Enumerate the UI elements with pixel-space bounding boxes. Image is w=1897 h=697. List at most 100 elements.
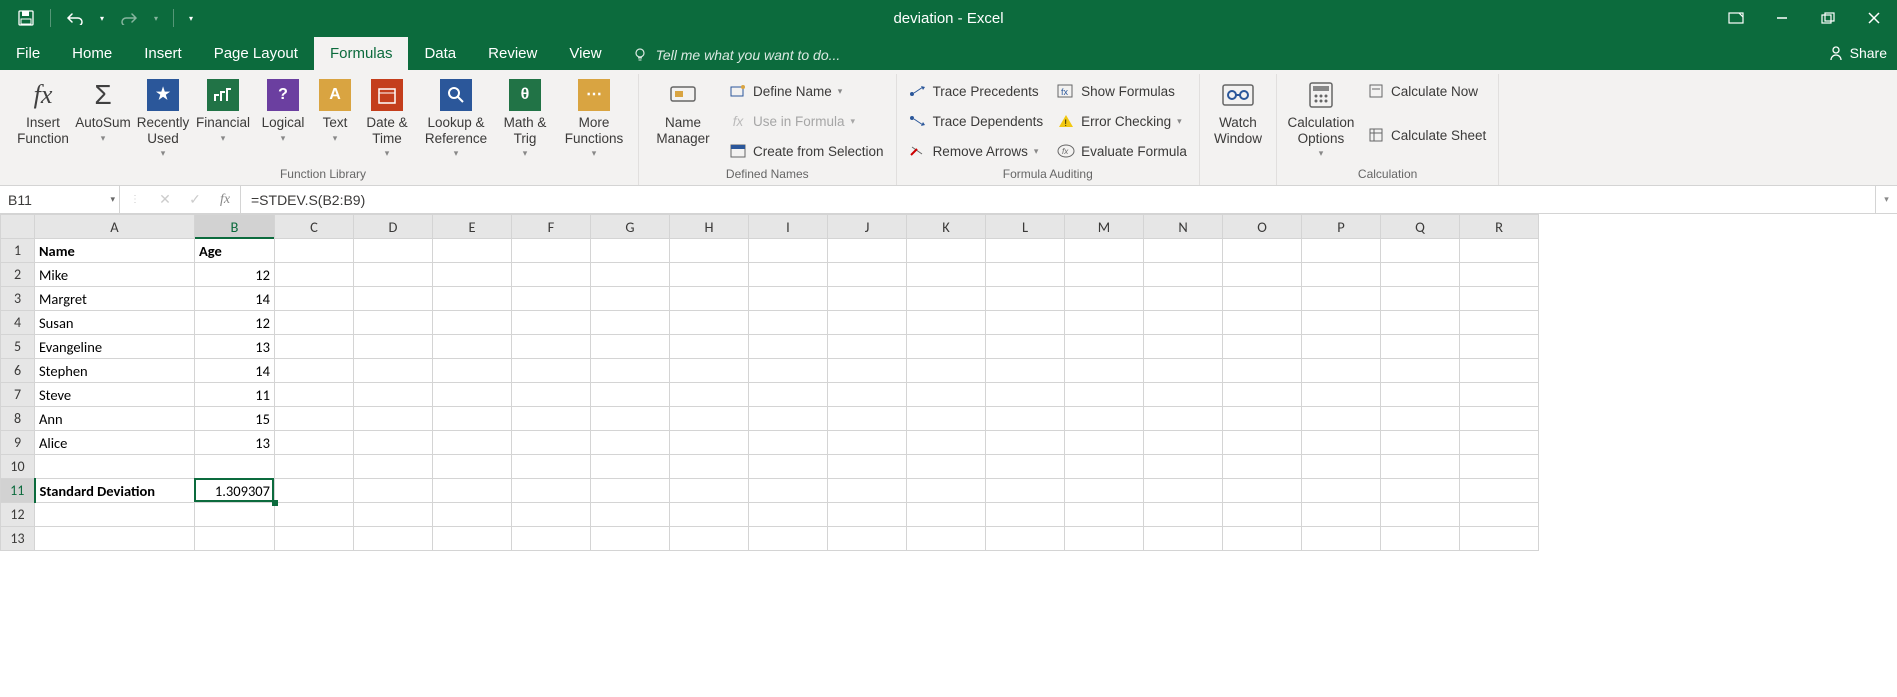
cell-A3[interactable]: Margret bbox=[35, 287, 195, 311]
cell-E9[interactable] bbox=[433, 431, 512, 455]
cell-B11[interactable]: 1.309307 bbox=[195, 479, 275, 503]
cell-K5[interactable] bbox=[907, 335, 986, 359]
cell-M5[interactable] bbox=[1065, 335, 1144, 359]
cell-F1[interactable] bbox=[512, 239, 591, 263]
column-header-H[interactable]: H bbox=[670, 215, 749, 239]
cell-A8[interactable]: Ann bbox=[35, 407, 195, 431]
cell-R5[interactable] bbox=[1460, 335, 1539, 359]
formula-bar-options[interactable]: ⋮ bbox=[120, 186, 150, 214]
column-header-K[interactable]: K bbox=[907, 215, 986, 239]
cell-A4[interactable]: Susan bbox=[35, 311, 195, 335]
cell-D13[interactable] bbox=[354, 527, 433, 551]
autosum-button[interactable]: Σ AutoSum▾ bbox=[74, 74, 132, 164]
row-header-9[interactable]: 9 bbox=[1, 431, 35, 455]
cell-K8[interactable] bbox=[907, 407, 986, 431]
row-header-8[interactable]: 8 bbox=[1, 407, 35, 431]
cell-K3[interactable] bbox=[907, 287, 986, 311]
cell-E4[interactable] bbox=[433, 311, 512, 335]
cell-F9[interactable] bbox=[512, 431, 591, 455]
close-button[interactable] bbox=[1851, 0, 1897, 36]
cell-J13[interactable] bbox=[828, 527, 907, 551]
tab-insert[interactable]: Insert bbox=[128, 37, 198, 70]
cell-E11[interactable] bbox=[433, 479, 512, 503]
cell-C9[interactable] bbox=[275, 431, 354, 455]
cell-Q4[interactable] bbox=[1381, 311, 1460, 335]
cell-P9[interactable] bbox=[1302, 431, 1381, 455]
cell-P1[interactable] bbox=[1302, 239, 1381, 263]
cell-L7[interactable] bbox=[986, 383, 1065, 407]
row-header-7[interactable]: 7 bbox=[1, 383, 35, 407]
cell-R3[interactable] bbox=[1460, 287, 1539, 311]
cell-P7[interactable] bbox=[1302, 383, 1381, 407]
cell-M4[interactable] bbox=[1065, 311, 1144, 335]
cell-P11[interactable] bbox=[1302, 479, 1381, 503]
cell-B8[interactable]: 15 bbox=[195, 407, 275, 431]
cell-I9[interactable] bbox=[749, 431, 828, 455]
cell-N11[interactable] bbox=[1144, 479, 1223, 503]
cell-I11[interactable] bbox=[749, 479, 828, 503]
cell-M7[interactable] bbox=[1065, 383, 1144, 407]
cell-M6[interactable] bbox=[1065, 359, 1144, 383]
row-header-1[interactable]: 1 bbox=[1, 239, 35, 263]
cell-H3[interactable] bbox=[670, 287, 749, 311]
financial-button[interactable]: Financial▾ bbox=[194, 74, 252, 164]
column-header-O[interactable]: O bbox=[1223, 215, 1302, 239]
cell-R11[interactable] bbox=[1460, 479, 1539, 503]
cell-L11[interactable] bbox=[986, 479, 1065, 503]
cell-F7[interactable] bbox=[512, 383, 591, 407]
cell-R12[interactable] bbox=[1460, 503, 1539, 527]
cell-N2[interactable] bbox=[1144, 263, 1223, 287]
select-all-corner[interactable] bbox=[1, 215, 35, 239]
cell-L3[interactable] bbox=[986, 287, 1065, 311]
cell-F6[interactable] bbox=[512, 359, 591, 383]
cell-G10[interactable] bbox=[591, 455, 670, 479]
cell-Q10[interactable] bbox=[1381, 455, 1460, 479]
cell-D2[interactable] bbox=[354, 263, 433, 287]
cell-D3[interactable] bbox=[354, 287, 433, 311]
cell-F12[interactable] bbox=[512, 503, 591, 527]
lookup-reference-button[interactable]: Lookup & Reference▾ bbox=[418, 74, 494, 164]
tab-page-layout[interactable]: Page Layout bbox=[198, 37, 314, 70]
cell-O6[interactable] bbox=[1223, 359, 1302, 383]
cell-R13[interactable] bbox=[1460, 527, 1539, 551]
create-from-selection-button[interactable]: Create from Selection bbox=[723, 138, 890, 164]
cell-P13[interactable] bbox=[1302, 527, 1381, 551]
row-header-10[interactable]: 10 bbox=[1, 455, 35, 479]
tab-data[interactable]: Data bbox=[408, 37, 472, 70]
cell-K9[interactable] bbox=[907, 431, 986, 455]
column-header-R[interactable]: R bbox=[1460, 215, 1539, 239]
cell-Q2[interactable] bbox=[1381, 263, 1460, 287]
cell-N8[interactable] bbox=[1144, 407, 1223, 431]
cell-A2[interactable]: Mike bbox=[35, 263, 195, 287]
cell-D7[interactable] bbox=[354, 383, 433, 407]
cell-N1[interactable] bbox=[1144, 239, 1223, 263]
cell-G12[interactable] bbox=[591, 503, 670, 527]
cell-D5[interactable] bbox=[354, 335, 433, 359]
cell-H11[interactable] bbox=[670, 479, 749, 503]
cell-A13[interactable] bbox=[35, 527, 195, 551]
column-header-D[interactable]: D bbox=[354, 215, 433, 239]
cell-A6[interactable]: Stephen bbox=[35, 359, 195, 383]
row-header-3[interactable]: 3 bbox=[1, 287, 35, 311]
cell-Q11[interactable] bbox=[1381, 479, 1460, 503]
ribbon-display-options-icon[interactable] bbox=[1713, 0, 1759, 36]
cell-B1[interactable]: Age bbox=[195, 239, 275, 263]
row-header-13[interactable]: 13 bbox=[1, 527, 35, 551]
cell-A10[interactable] bbox=[35, 455, 195, 479]
cell-F10[interactable] bbox=[512, 455, 591, 479]
tab-home[interactable]: Home bbox=[56, 37, 128, 70]
cell-A12[interactable] bbox=[35, 503, 195, 527]
cell-I13[interactable] bbox=[749, 527, 828, 551]
cell-E10[interactable] bbox=[433, 455, 512, 479]
cell-H13[interactable] bbox=[670, 527, 749, 551]
column-header-G[interactable]: G bbox=[591, 215, 670, 239]
cell-K11[interactable] bbox=[907, 479, 986, 503]
cell-M1[interactable] bbox=[1065, 239, 1144, 263]
cell-H7[interactable] bbox=[670, 383, 749, 407]
trace-dependents-button[interactable]: Trace Dependents bbox=[903, 108, 1050, 134]
recently-used-button[interactable]: ★ Recently Used▾ bbox=[134, 74, 192, 164]
cell-H10[interactable] bbox=[670, 455, 749, 479]
cell-G8[interactable] bbox=[591, 407, 670, 431]
row-header-11[interactable]: 11 bbox=[1, 479, 35, 503]
cell-G6[interactable] bbox=[591, 359, 670, 383]
